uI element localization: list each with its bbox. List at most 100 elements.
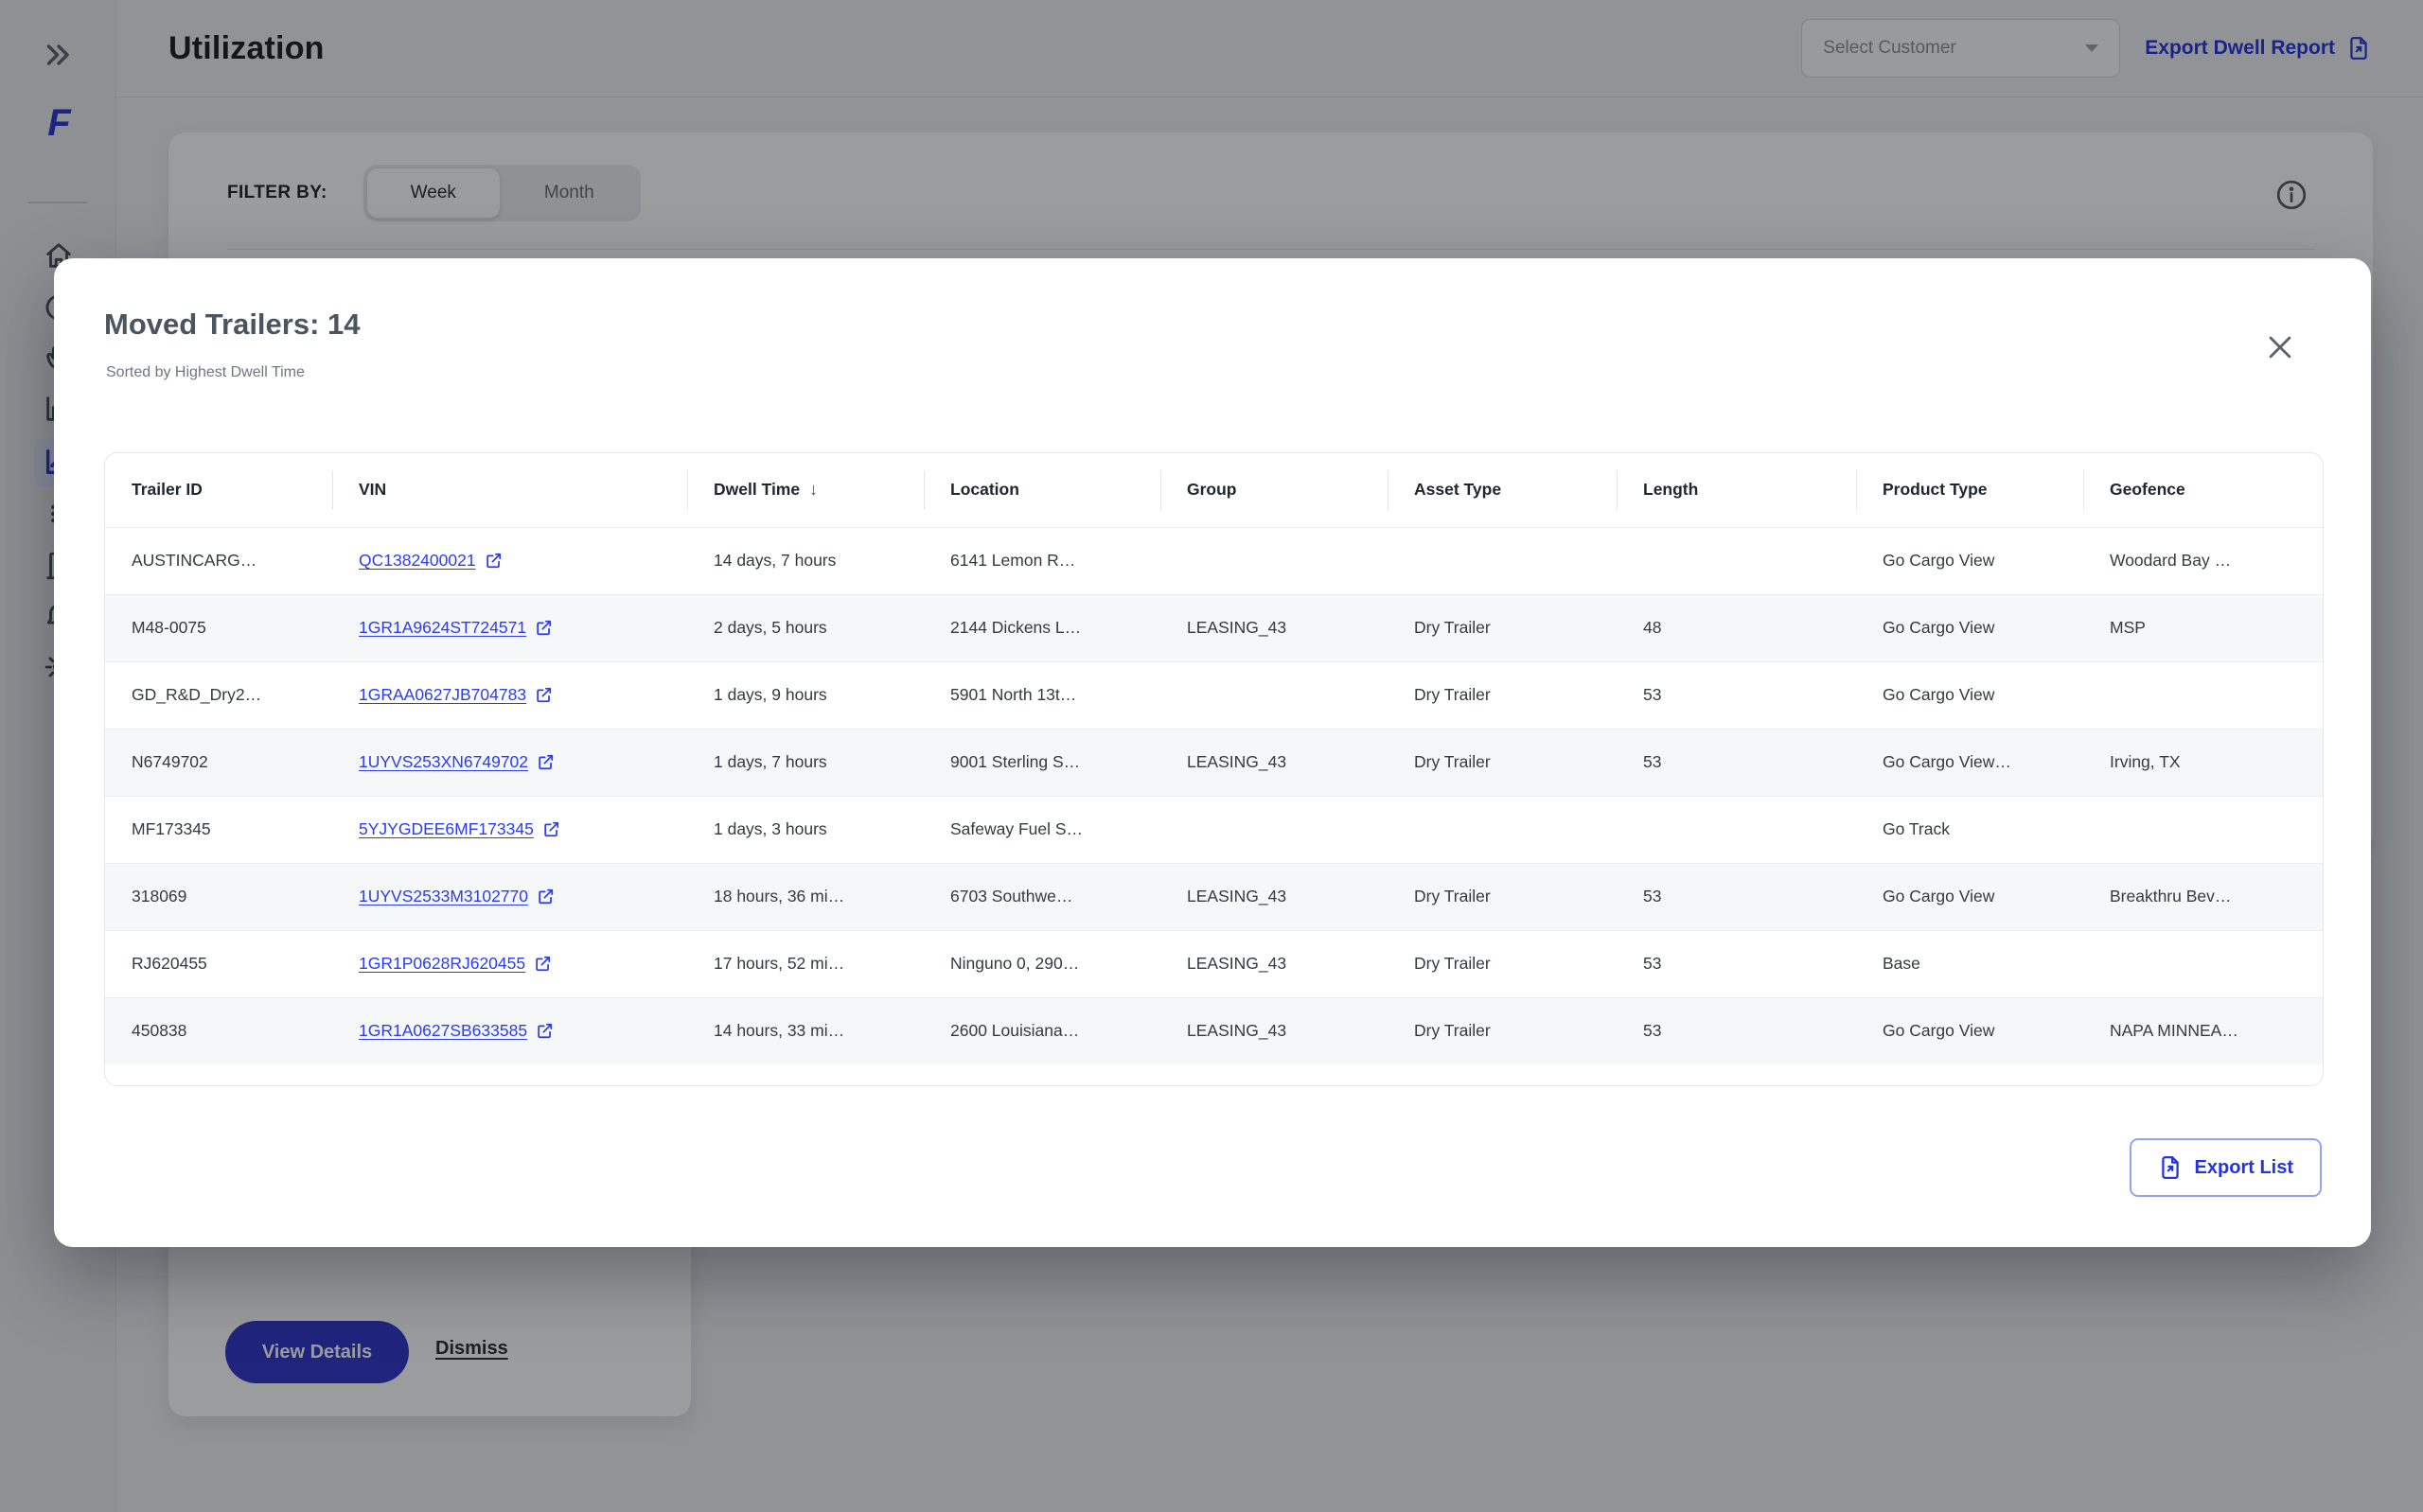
cell-trailer_id: M48-0075 <box>105 594 332 661</box>
column-header-asset-type[interactable]: Asset Type <box>1388 453 1617 527</box>
cell-product_type: Go Cargo View <box>1856 661 2083 729</box>
cell-trailer_id: GD_R&D_Dry2… <box>105 661 332 729</box>
modal-title: Moved Trailers: 14 <box>104 308 361 342</box>
cell-location: 5901 North 13t… <box>924 661 1160 729</box>
cell-dwell: 14 days, 7 hours <box>687 527 924 594</box>
cell-vin: QC1382400021 <box>332 527 687 594</box>
table-row: RJ6204551GR1P0628RJ62045517 hours, 52 mi… <box>105 930 2323 997</box>
cell-dwell: 2 days, 5 hours <box>687 594 924 661</box>
cell-asset_type: Dry Trailer <box>1388 594 1617 661</box>
cell-dwell: 1 days, 3 hours <box>687 796 924 863</box>
external-link-icon <box>537 888 555 905</box>
cell-trailer_id: RJ620455 <box>105 930 332 997</box>
cell-geofence: NAPA MINNEA… <box>2083 997 2323 1064</box>
cell-group <box>1160 527 1388 594</box>
table-body: AUSTINCARG…QC138240002114 days, 7 hours6… <box>105 527 2323 1064</box>
cell-length: 53 <box>1617 930 1856 997</box>
close-icon[interactable] <box>2261 328 2299 366</box>
table-header-row: Trailer IDVINDwell Time↓LocationGroupAss… <box>105 453 2323 527</box>
cell-geofence <box>2083 796 2323 863</box>
modal-subtitle: Sorted by Highest Dwell Time <box>106 364 305 381</box>
cell-asset_type: Dry Trailer <box>1388 863 1617 930</box>
external-link-icon <box>485 552 503 570</box>
moved-trailers-modal: Moved Trailers: 14 Sorted by Highest Dwe… <box>54 258 2371 1247</box>
cell-asset_type: Dry Trailer <box>1388 729 1617 796</box>
external-link-icon <box>535 686 553 704</box>
vin-link[interactable]: 5YJYGDEE6MF173345 <box>359 819 560 839</box>
cell-group: LEASING_43 <box>1160 729 1388 796</box>
export-list-button[interactable]: Export List <box>2130 1138 2322 1197</box>
vin-link[interactable]: 1GR1A0627SB633585 <box>359 1021 554 1041</box>
cell-geofence <box>2083 661 2323 729</box>
cell-vin: 5YJYGDEE6MF173345 <box>332 796 687 863</box>
column-header-group[interactable]: Group <box>1160 453 1388 527</box>
cell-asset_type <box>1388 527 1617 594</box>
cell-location: Safeway Fuel S… <box>924 796 1160 863</box>
cell-location: 2600 Louisiana… <box>924 997 1160 1064</box>
vin-link[interactable]: 1UYVS253XN6749702 <box>359 752 555 772</box>
column-header-product-type[interactable]: Product Type <box>1856 453 2083 527</box>
cell-asset_type: Dry Trailer <box>1388 997 1617 1064</box>
cell-length: 48 <box>1617 594 1856 661</box>
cell-vin: 1GRAA0627JB704783 <box>332 661 687 729</box>
cell-dwell: 1 days, 7 hours <box>687 729 924 796</box>
cell-product_type: Go Cargo View <box>1856 997 2083 1064</box>
cell-group: LEASING_43 <box>1160 594 1388 661</box>
cell-asset_type: Dry Trailer <box>1388 661 1617 729</box>
cell-location: 2144 Dickens L… <box>924 594 1160 661</box>
column-header-geofence[interactable]: Geofence <box>2083 453 2323 527</box>
cell-group <box>1160 796 1388 863</box>
cell-length: 53 <box>1617 729 1856 796</box>
cell-dwell: 14 hours, 33 mi… <box>687 997 924 1064</box>
column-header-dwell-time[interactable]: Dwell Time↓ <box>687 453 924 527</box>
cell-geofence: MSP <box>2083 594 2323 661</box>
vin-link[interactable]: 1UYVS2533M3102770 <box>359 887 555 906</box>
cell-geofence: Woodard Bay … <box>2083 527 2323 594</box>
vin-link[interactable]: 1GRAA0627JB704783 <box>359 685 553 705</box>
cell-product_type: Go Track <box>1856 796 2083 863</box>
sort-desc-icon: ↓ <box>809 480 818 499</box>
cell-product_type: Go Cargo View <box>1856 863 2083 930</box>
external-link-icon <box>537 753 555 771</box>
cell-geofence: Irving, TX <box>2083 729 2323 796</box>
cell-product_type: Go Cargo View <box>1856 594 2083 661</box>
table-row: 3180691UYVS2533M310277018 hours, 36 mi…6… <box>105 863 2323 930</box>
cell-length <box>1617 527 1856 594</box>
cell-dwell: 1 days, 9 hours <box>687 661 924 729</box>
column-header-trailer-id[interactable]: Trailer ID <box>105 453 332 527</box>
cell-group: LEASING_43 <box>1160 930 1388 997</box>
column-header-vin[interactable]: VIN <box>332 453 687 527</box>
cell-vin: 1GR1A0627SB633585 <box>332 997 687 1064</box>
cell-trailer_id: MF173345 <box>105 796 332 863</box>
cell-product_type: Go Cargo View <box>1856 527 2083 594</box>
external-link-icon <box>535 619 553 637</box>
table-row: MF173345 5YJYGDEE6MF173345 1 days, 3 hours… <box>105 796 2323 863</box>
external-link-icon <box>542 820 560 838</box>
table-row: GD_R&D_Dry2… 1GRAA0627JB704783 1 days, 9 h… <box>105 661 2323 729</box>
cell-asset_type: Dry Trailer <box>1388 930 1617 997</box>
moved-trailers-table: Trailer IDVINDwell Time↓LocationGroupAss… <box>104 452 2324 1086</box>
cell-location: 6141 Lemon R… <box>924 527 1160 594</box>
cell-vin: 1GR1A9624ST724571 <box>332 594 687 661</box>
cell-location: 6703 Southwe… <box>924 863 1160 930</box>
column-header-length[interactable]: Length <box>1617 453 1856 527</box>
cell-dwell: 18 hours, 36 mi… <box>687 863 924 930</box>
table-row: AUSTINCARG… QC1382400021 14 days, 7 hours6… <box>105 527 2323 594</box>
cell-trailer_id: AUSTINCARG… <box>105 527 332 594</box>
vin-link[interactable]: 1GR1A9624ST724571 <box>359 618 553 638</box>
cell-location: 9001 Sterling S… <box>924 729 1160 796</box>
table-row: N6749702 1UYVS253XN6749702 1 days, 7 hours… <box>105 729 2323 796</box>
cell-vin: 1UYVS2533M3102770 <box>332 863 687 930</box>
cell-location: Ninguno 0, 290… <box>924 930 1160 997</box>
cell-group: LEASING_43 <box>1160 863 1388 930</box>
table-row: M48-0075 1GR1A9624ST724571 2 days, 5 hours… <box>105 594 2323 661</box>
cell-group: LEASING_43 <box>1160 997 1388 1064</box>
cell-vin: 1UYVS253XN6749702 <box>332 729 687 796</box>
vin-link[interactable]: QC1382400021 <box>359 551 503 571</box>
cell-geofence: Breakthru Bev… <box>2083 863 2323 930</box>
column-header-location[interactable]: Location <box>924 453 1160 527</box>
cell-length: 53 <box>1617 661 1856 729</box>
cell-vin: 1GR1P0628RJ620455 <box>332 930 687 997</box>
vin-link[interactable]: 1GR1P0628RJ620455 <box>359 954 552 974</box>
cell-trailer_id: N6749702 <box>105 729 332 796</box>
